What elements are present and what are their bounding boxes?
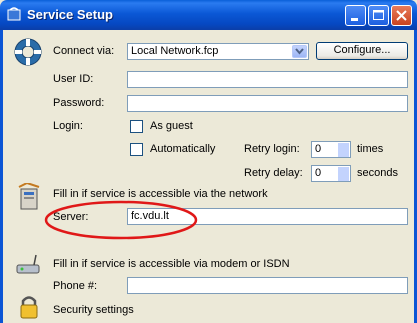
app-icon xyxy=(7,7,21,21)
modem-hint: Fill in if service is accessible via mod… xyxy=(53,258,290,270)
connect-via-label: Connect via: xyxy=(53,45,115,57)
configure-button[interactable]: Configure... xyxy=(316,42,408,60)
minimize-button[interactable] xyxy=(345,5,366,26)
as-guest-label: As guest xyxy=(150,120,193,132)
highlight-ellipse xyxy=(44,200,198,240)
retry-login-value: 0 xyxy=(315,143,322,155)
minimize-icon xyxy=(351,18,358,21)
spin-up-icon[interactable] xyxy=(338,167,349,174)
retry-delay-label: Retry delay: xyxy=(244,167,303,179)
spin-down-icon[interactable] xyxy=(338,150,349,157)
retry-delay-unit: seconds xyxy=(357,167,398,179)
close-icon xyxy=(396,10,407,21)
spin-up-icon[interactable] xyxy=(338,143,349,150)
automatically-label: Automatically xyxy=(150,143,216,155)
window-title: Service Setup xyxy=(27,7,113,22)
chevron-down-icon[interactable] xyxy=(292,45,307,58)
retry-login-label: Retry login: xyxy=(244,143,300,155)
retry-delay-value: 0 xyxy=(315,167,322,179)
modem-icon xyxy=(16,254,40,274)
spin-down-icon[interactable] xyxy=(338,174,349,181)
maximize-icon xyxy=(373,10,384,20)
password-field[interactable] xyxy=(127,95,408,112)
as-guest-checkbox[interactable] xyxy=(130,120,143,133)
close-button[interactable] xyxy=(391,5,412,26)
automatically-checkbox[interactable] xyxy=(130,143,143,156)
password-label: Password: xyxy=(53,97,105,109)
phone-field[interactable] xyxy=(127,277,408,294)
login-label: Login: xyxy=(53,120,83,132)
phone-label: Phone #: xyxy=(53,280,98,292)
lock-icon xyxy=(20,296,38,319)
network-server-icon xyxy=(18,183,40,210)
user-id-label: User ID: xyxy=(53,73,94,85)
retry-login-spinner[interactable]: 0 xyxy=(311,141,351,158)
connect-via-value: Local Network.fcp xyxy=(131,45,219,57)
retry-delay-spinner[interactable]: 0 xyxy=(311,165,351,182)
user-id-field[interactable] xyxy=(127,71,408,88)
security-settings-label[interactable]: Security settings xyxy=(53,304,134,316)
lifebuoy-icon xyxy=(14,38,42,66)
maximize-button[interactable] xyxy=(368,5,389,26)
connect-via-select[interactable]: Local Network.fcp xyxy=(127,43,309,60)
title-bar[interactable]: Service Setup xyxy=(0,0,417,30)
retry-login-unit: times xyxy=(357,143,384,155)
window-body: Connect via: Local Network.fcp Configure… xyxy=(0,30,417,323)
